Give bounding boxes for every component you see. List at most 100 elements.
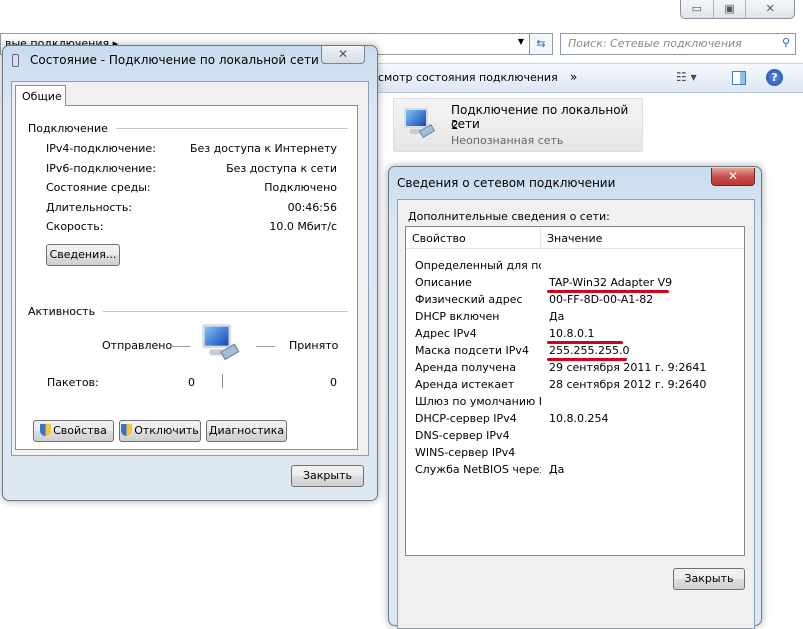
network-activity-icon (197, 321, 240, 362)
status-row-label: Длительность: (46, 200, 133, 214)
view-status-command[interactable]: смотр состояния подключения (378, 71, 558, 84)
details-subtitle: Дополнительные сведения о сети: (408, 210, 610, 223)
close-button[interactable]: Закрыть (291, 465, 364, 487)
value-text: 10.8.0.254 (549, 412, 609, 425)
value-cell: 10.8.0.1 (541, 325, 623, 344)
value-text: 29 сентября 2011 г. 9:2641 (549, 361, 707, 374)
more-commands-button[interactable]: » (570, 70, 577, 84)
value-cell: 28 сентября 2012 г. 9:2640 (541, 376, 706, 393)
list-item[interactable]: Физический адрес 00-FF-8D-00-A1-82 (406, 291, 744, 308)
sent-label: Отправлено (102, 339, 173, 352)
uac-shield-icon (121, 424, 133, 436)
search-icon[interactable]: ⚲ (782, 36, 790, 49)
property-cell: Физический адрес (415, 293, 523, 306)
search-placeholder: Поиск: Сетевые подключения (568, 37, 742, 50)
value-text: 28 сентября 2012 г. 9:2640 (549, 378, 707, 391)
value-cell: Да (541, 461, 564, 478)
help-icon[interactable]: ? (766, 69, 783, 86)
packets-received: 0 (330, 376, 337, 389)
value-cell (541, 444, 549, 461)
properties-label: Свойства (53, 424, 107, 437)
command-bar: смотр состояния подключения » ☷ ▾ ? (370, 63, 803, 93)
properties-button[interactable]: Свойства (33, 420, 114, 442)
connection-name: Подключение по локальной сети (451, 103, 629, 131)
network-adapter-icon (400, 105, 436, 139)
list-item[interactable]: Служба NetBIOS через... Да (406, 461, 744, 478)
value-cell: 255.255.255.0 (541, 342, 629, 361)
property-cell: Служба NetBIOS через... (415, 463, 541, 476)
list-item[interactable]: Аренда получена 29 сентября 2011 г. 9:26… (406, 359, 744, 376)
list-item[interactable]: Адрес IPv4 10.8.0.1 (406, 325, 744, 344)
list-item[interactable]: Аренда истекает 28 сентября 2012 г. 9:26… (406, 376, 744, 393)
packets-label: Пакетов: (47, 376, 99, 389)
packets-sent: 0 (188, 376, 195, 389)
property-cell: Аренда истекает (415, 378, 515, 391)
window-controls: ▭ ▣ ✕ (680, 0, 795, 19)
property-cell: Адрес IPv4 (415, 327, 477, 340)
connection-name-suffix: 2 (451, 118, 459, 132)
value-text: 10.8.0.1 (549, 327, 595, 340)
divider (222, 374, 223, 388)
column-header-property[interactable]: Свойство (406, 227, 541, 248)
list-item[interactable]: DNS-сервер IPv4 (406, 427, 744, 444)
tab-panel: Подключение IPv4-подключение: Без доступ… (15, 105, 358, 450)
status-row-label: IPv6-подключение: (46, 161, 156, 175)
list-item[interactable]: Маска подсети IPv4 255.255.255.0 (406, 342, 744, 361)
list-header: Свойство Значение (406, 227, 744, 249)
value-cell: 10.8.0.254 (541, 410, 608, 427)
property-cell: DNS-сервер IPv4 (415, 429, 510, 442)
value-cell (541, 257, 549, 274)
value-cell: 29 сентября 2011 г. 9:2641 (541, 359, 706, 376)
property-cell: WINS-сервер IPv4 (415, 446, 516, 459)
value-text: TAP-Win32 Adapter V9 (549, 276, 673, 289)
dialog-title: Состояние - Подключение по локальной сет… (30, 53, 331, 67)
value-cell (541, 393, 549, 410)
value-text: Да (549, 310, 565, 323)
divider (171, 346, 190, 347)
property-cell: Шлюз по умолчанию IP... (415, 395, 541, 408)
list-item[interactable]: WINS-сервер IPv4 (406, 444, 744, 461)
close-icon[interactable]: ✕ (321, 46, 365, 64)
preview-pane-icon[interactable] (732, 71, 746, 85)
divider (103, 311, 348, 312)
status-row-value: Подключено (264, 181, 337, 194)
minimize-button[interactable]: ▭ (681, 0, 714, 18)
diagnose-button[interactable]: Диагностика (206, 420, 287, 442)
value-cell: Да (541, 308, 564, 325)
tab-general[interactable]: Общие (15, 85, 66, 106)
disable-button[interactable]: Отключить (119, 420, 201, 442)
list-item[interactable]: Определенный для по... (406, 257, 744, 274)
refresh-button[interactable]: ⇆ (530, 33, 553, 55)
status-row-value: 00:46:56 (287, 200, 337, 214)
value-cell: 00-FF-8D-00-A1-82 (541, 291, 653, 308)
close-window-button[interactable]: ✕ (746, 0, 794, 18)
column-header-value[interactable]: Значение (541, 227, 744, 248)
value-cell: TAP-Win32 Adapter V9 (541, 274, 673, 293)
property-cell: DHCP включен (415, 310, 500, 323)
search-input[interactable]: Поиск: Сетевые подключения ⚲ (560, 33, 796, 55)
chevron-down-icon[interactable]: ▼ (518, 37, 524, 46)
list-item[interactable]: Описание TAP-Win32 Adapter V9 (406, 274, 744, 293)
close-button[interactable]: Закрыть (673, 568, 745, 590)
list-item[interactable]: DHCP включен Да (406, 308, 744, 325)
status-row-label: Скорость: (46, 220, 104, 233)
property-cell: Описание (415, 276, 472, 289)
activity-group-label: Активность (28, 305, 96, 318)
status-row-label: Состояние среды: (46, 181, 151, 194)
value-text: Да (549, 463, 565, 476)
list-item[interactable]: DHCP-сервер IPv4 10.8.0.254 (406, 410, 744, 427)
property-cell: Определенный для по... (415, 259, 541, 272)
details-button[interactable]: Сведения... (46, 244, 120, 266)
view-options-icon[interactable]: ☷ ▾ (676, 70, 697, 84)
value-cell (541, 427, 549, 444)
maximize-button[interactable]: ▣ (714, 0, 747, 18)
network-connection-item[interactable]: Подключение по локальной сети 2 Неопозна… (393, 98, 643, 152)
details-list[interactable]: Свойство Значение Определенный для по...… (405, 226, 745, 556)
property-cell: Аренда получена (415, 361, 516, 374)
property-cell: DHCP-сервер IPv4 (415, 412, 517, 425)
connection-status: Неопознанная сеть (451, 134, 564, 147)
status-row-value: 10.0 Мбит/с (269, 220, 337, 233)
list-item[interactable]: Шлюз по умолчанию IP... (406, 393, 744, 410)
close-icon[interactable]: ✕ (711, 168, 755, 186)
status-row-value: Без доступа к Интернету (190, 142, 337, 155)
